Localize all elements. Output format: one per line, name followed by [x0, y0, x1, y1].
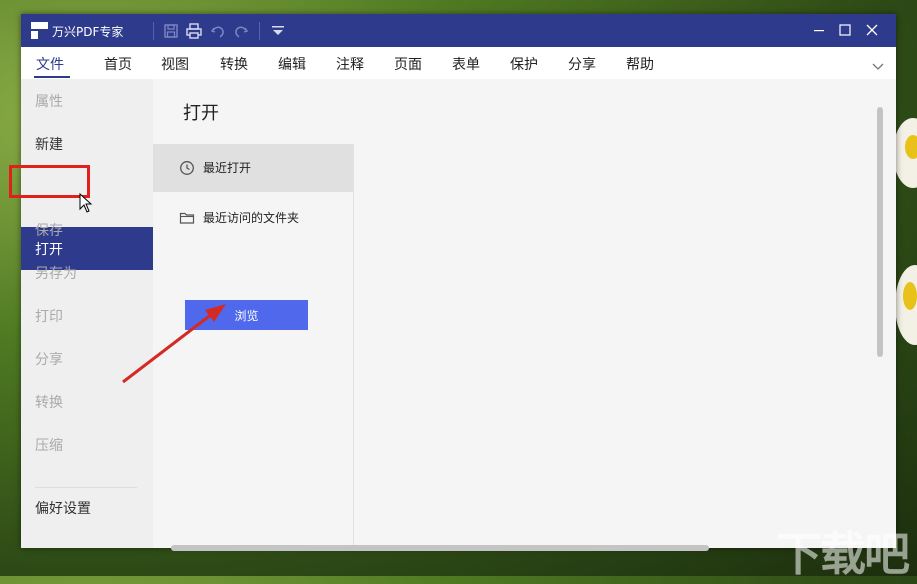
menu-view[interactable]: 视图	[161, 54, 189, 74]
menu-protect[interactable]: 保护	[510, 54, 538, 74]
menu-form[interactable]: 表单	[452, 54, 480, 74]
customize-toolbar-icon[interactable]	[269, 22, 287, 40]
toolbar-separator	[259, 22, 260, 40]
folder-icon	[179, 212, 195, 224]
background-flower-center	[903, 282, 917, 310]
sidebar-divider	[35, 487, 137, 488]
sidebar-item-save: 保存	[35, 223, 63, 239]
open-sources-list: 最近打开 最近访问的文件夹 浏览	[153, 144, 354, 548]
menu-share[interactable]: 分享	[568, 54, 596, 74]
menu-bar: 文件 首页 视图 转换 编辑 注释 页面 表单 保护 分享 帮助	[21, 47, 896, 79]
maximize-icon[interactable]	[832, 18, 858, 42]
sidebar-item-open-label: 打开	[35, 242, 63, 258]
app-window: 万兴PDF专家 文件 首页 视图 转换 编辑 注释 页面 表单 保护 分享 帮助…	[9, 14, 896, 551]
title-bar: 万兴PDF专家	[21, 14, 896, 47]
clock-icon	[180, 161, 194, 175]
annotation-highlight-box	[9, 165, 90, 198]
sidebar-item-new[interactable]: 新建	[35, 134, 63, 154]
horizontal-scrollbar[interactable]	[171, 545, 709, 551]
chevron-down-icon[interactable]	[871, 59, 885, 73]
mouse-cursor-icon	[79, 193, 93, 213]
menu-home[interactable]: 首页	[104, 54, 132, 74]
toolbar-separator	[153, 22, 154, 40]
menu-convert[interactable]: 转换	[220, 54, 248, 74]
active-menu-underline	[34, 76, 70, 78]
file-sidebar: 属性 新建 打开 保存 另存为 打印 分享 转换 压缩 偏好设置	[21, 79, 153, 548]
recent-folders-label: 最近访问的文件夹	[203, 211, 300, 225]
menu-comment[interactable]: 注释	[336, 54, 364, 74]
app-logo-icon	[31, 22, 48, 39]
sidebar-item-compress: 压缩	[35, 438, 63, 454]
undo-icon[interactable]	[209, 22, 227, 40]
menu-edit[interactable]: 编辑	[278, 54, 306, 74]
minimize-icon[interactable]	[806, 18, 832, 42]
print-icon[interactable]	[185, 22, 203, 40]
watermark-logo: 下载吧	[776, 527, 910, 581]
menu-file[interactable]: 文件	[36, 54, 64, 74]
close-icon[interactable]	[859, 18, 885, 42]
redo-icon[interactable]	[232, 22, 250, 40]
background-flower-center	[905, 135, 917, 159]
menu-help[interactable]: 帮助	[626, 54, 654, 74]
menu-page[interactable]: 页面	[394, 54, 422, 74]
sidebar-item-preferences[interactable]: 偏好设置	[35, 498, 91, 518]
open-panel: 打开 最近打开 最近访问的文件夹 浏览	[153, 79, 896, 551]
vertical-scrollbar[interactable]	[877, 107, 883, 357]
sidebar-item-print: 打印	[35, 309, 63, 325]
sidebar-item-share: 分享	[35, 352, 63, 368]
recent-folders-item[interactable]: 最近访问的文件夹	[153, 194, 353, 242]
recent-files-item[interactable]: 最近打开	[153, 144, 353, 192]
browse-button[interactable]: 浏览	[185, 300, 308, 330]
save-icon[interactable]	[162, 22, 180, 40]
sidebar-item-properties: 属性	[35, 94, 63, 110]
sidebar-item-convert: 转换	[35, 395, 63, 411]
recent-files-label: 最近打开	[203, 161, 252, 175]
page-title: 打开	[183, 103, 219, 124]
app-title: 万兴PDF专家	[52, 25, 124, 39]
sidebar-item-save-as: 另存为	[35, 266, 77, 282]
